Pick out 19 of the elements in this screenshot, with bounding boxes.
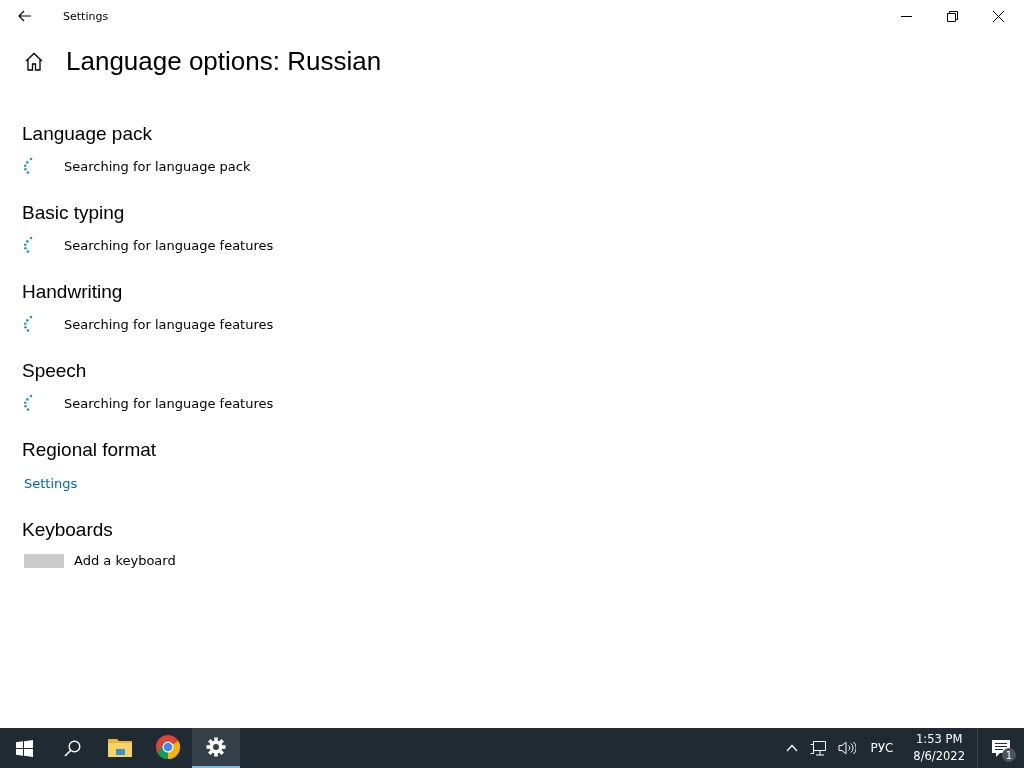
section-heading: Handwriting	[22, 281, 124, 303]
section-heading: Language pack	[22, 123, 153, 145]
page-title: Language options: Russian	[66, 46, 382, 77]
settings-link[interactable]: Settings	[22, 476, 78, 491]
window-title: Settings	[63, 9, 109, 23]
section-heading: Speech	[22, 360, 88, 382]
status-text: Searching for language pack	[64, 158, 251, 174]
language-indicator[interactable]: РУС	[870, 741, 894, 755]
clock-date: 8/6/2022	[913, 748, 965, 765]
clock[interactable]: 1:53 PM 8/6/2022	[913, 731, 965, 765]
status-text: Searching for language features	[64, 237, 274, 253]
section-heading: Keyboards	[22, 519, 114, 541]
section-heading: Regional format	[22, 439, 158, 461]
status-text: Searching for language features	[64, 395, 274, 411]
add-keyboard-label[interactable]: Add a keyboard	[74, 553, 176, 568]
notification-badge: 1	[1002, 748, 1016, 762]
status-text: Searching for language features	[64, 316, 274, 332]
section-heading: Basic typing	[22, 202, 126, 224]
clock-time: 1:53 PM	[916, 731, 963, 748]
